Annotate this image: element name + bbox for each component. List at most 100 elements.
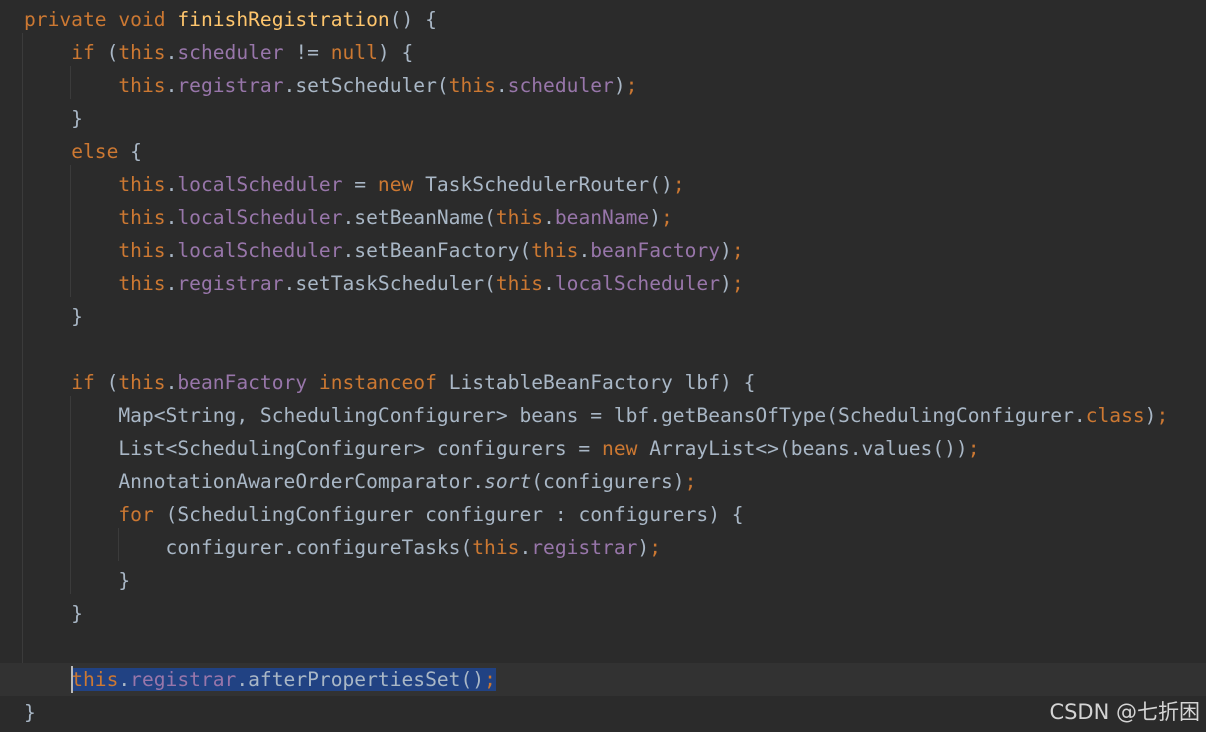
code-line[interactable] bbox=[0, 333, 1206, 366]
code-token: . bbox=[543, 206, 555, 229]
code-line-text: this.localScheduler.setBeanName(this.bea… bbox=[24, 201, 673, 234]
code-token: sort bbox=[484, 470, 532, 493]
code-token: scheduler bbox=[177, 41, 284, 64]
code-token: ) { bbox=[377, 41, 414, 64]
code-token: for bbox=[118, 503, 166, 526]
code-token: (SchedulingConfigurer configurer : confi… bbox=[165, 503, 744, 526]
code-token: beanFactory bbox=[590, 239, 721, 262]
code-token: null bbox=[330, 41, 378, 64]
code-line-text: this.registrar.afterPropertiesSet(); bbox=[24, 663, 496, 696]
code-line[interactable]: List<SchedulingConfigurer> configurers =… bbox=[0, 432, 1206, 465]
code-line[interactable]: this.registrar.setTaskScheduler(this.loc… bbox=[0, 267, 1206, 300]
code-line-text: this.registrar.setScheduler(this.schedul… bbox=[24, 69, 637, 102]
code-token: .setBeanFactory( bbox=[342, 239, 532, 262]
code-line-text: } bbox=[24, 597, 83, 630]
code-token: } bbox=[24, 569, 131, 592]
code-token: localScheduler bbox=[177, 173, 343, 196]
code-line[interactable]: this.localScheduler.setBeanName(this.bea… bbox=[0, 201, 1206, 234]
code-line-text: Map<String, SchedulingConfigurer> beans … bbox=[24, 399, 1168, 432]
code-line-text: if (this.scheduler != null) { bbox=[24, 36, 413, 69]
code-line[interactable]: } bbox=[0, 597, 1206, 630]
code-token: . bbox=[165, 41, 178, 64]
code-line[interactable]: private void finishRegistration() { bbox=[0, 3, 1206, 36]
code-line[interactable]: } bbox=[0, 696, 1206, 729]
code-token: ; bbox=[484, 668, 496, 691]
code-line-current[interactable]: this.registrar.afterPropertiesSet(); bbox=[0, 663, 1206, 696]
code-token: .afterPropertiesSet() bbox=[236, 668, 485, 691]
code-token: . bbox=[165, 173, 178, 196]
code-line-text: if (this.beanFactory instanceof Listable… bbox=[24, 366, 755, 399]
code-token: ; bbox=[731, 272, 744, 295]
code-line[interactable]: if (this.scheduler != null) { bbox=[0, 36, 1206, 69]
code-token: } bbox=[24, 701, 36, 724]
code-token: this bbox=[118, 272, 166, 295]
code-line-text: this.localScheduler.setBeanFactory(this.… bbox=[24, 234, 743, 267]
code-token: configurer.configureTasks( bbox=[24, 536, 473, 559]
code-token: ( bbox=[106, 371, 119, 394]
code-token: . bbox=[165, 206, 178, 229]
code-line-text: else { bbox=[24, 135, 142, 168]
code-token: this bbox=[495, 272, 544, 295]
code-line[interactable]: configurer.configureTasks(this.registrar… bbox=[0, 531, 1206, 564]
code-token: this bbox=[118, 41, 166, 64]
code-token: if bbox=[71, 371, 107, 394]
code-token: . bbox=[118, 668, 131, 691]
code-line[interactable]: this.localScheduler.setBeanFactory(this.… bbox=[0, 234, 1206, 267]
code-token: ; bbox=[967, 437, 980, 460]
code-line[interactable]: else { bbox=[0, 135, 1206, 168]
code-token: } bbox=[24, 305, 83, 328]
code-token: . bbox=[165, 74, 178, 97]
code-token: List<SchedulingConfigurer> configurers = bbox=[24, 437, 603, 460]
code-line-text: } bbox=[24, 564, 130, 597]
code-token: ) bbox=[720, 239, 732, 262]
code-line[interactable]: if (this.beanFactory instanceof Listable… bbox=[0, 366, 1206, 399]
code-line[interactable]: } bbox=[0, 300, 1206, 333]
code-token: .setScheduler( bbox=[283, 74, 449, 97]
code-token: instanceof bbox=[318, 371, 449, 394]
code-line[interactable] bbox=[0, 630, 1206, 663]
code-line[interactable]: Map<String, SchedulingConfigurer> beans … bbox=[0, 399, 1206, 432]
code-token: (configurers) bbox=[531, 470, 685, 493]
code-token: = bbox=[342, 173, 378, 196]
code-token: } bbox=[24, 602, 83, 625]
code-token: != bbox=[283, 41, 331, 64]
code-line-text: } bbox=[24, 696, 36, 729]
code-token: if bbox=[71, 41, 107, 64]
code-token: () { bbox=[389, 8, 437, 31]
code-token: this bbox=[118, 239, 166, 262]
code-line[interactable]: for (SchedulingConfigurer configurer : c… bbox=[0, 498, 1206, 531]
code-token: registrar bbox=[177, 74, 284, 97]
code-line[interactable]: this.registrar.setScheduler(this.schedul… bbox=[0, 69, 1206, 102]
code-token: new bbox=[377, 173, 426, 196]
code-token: class bbox=[1085, 404, 1145, 427]
code-line[interactable]: } bbox=[0, 564, 1206, 597]
code-line-text: this.localScheduler = new TaskSchedulerR… bbox=[24, 168, 684, 201]
code-line[interactable]: } bbox=[0, 102, 1206, 135]
code-token: this bbox=[118, 206, 166, 229]
code-line[interactable]: this.localScheduler = new TaskSchedulerR… bbox=[0, 168, 1206, 201]
code-line-text: for (SchedulingConfigurer configurer : c… bbox=[24, 498, 744, 531]
code-token: .setTaskScheduler( bbox=[283, 272, 496, 295]
code-line-text: private void finishRegistration() { bbox=[24, 3, 437, 36]
code-token: registrar bbox=[130, 668, 237, 691]
code-token: this bbox=[118, 74, 166, 97]
code-line[interactable]: AnnotationAwareOrderComparator.sort(conf… bbox=[0, 465, 1206, 498]
code-token: ; bbox=[661, 206, 673, 229]
code-token: . bbox=[165, 272, 178, 295]
code-token: ) bbox=[637, 536, 650, 559]
code-token: private void bbox=[24, 8, 178, 31]
code-token: ) bbox=[649, 206, 662, 229]
code-editor[interactable]: private void finishRegistration() { if (… bbox=[0, 0, 1206, 732]
code-token: this bbox=[71, 668, 119, 691]
code-line-text: } bbox=[24, 300, 83, 333]
code-line-text: AnnotationAwareOrderComparator.sort(conf… bbox=[24, 465, 696, 498]
code-token: ListableBeanFactory lbf) { bbox=[448, 371, 756, 394]
code-token: . bbox=[165, 371, 178, 394]
code-token: ) bbox=[1144, 404, 1157, 427]
